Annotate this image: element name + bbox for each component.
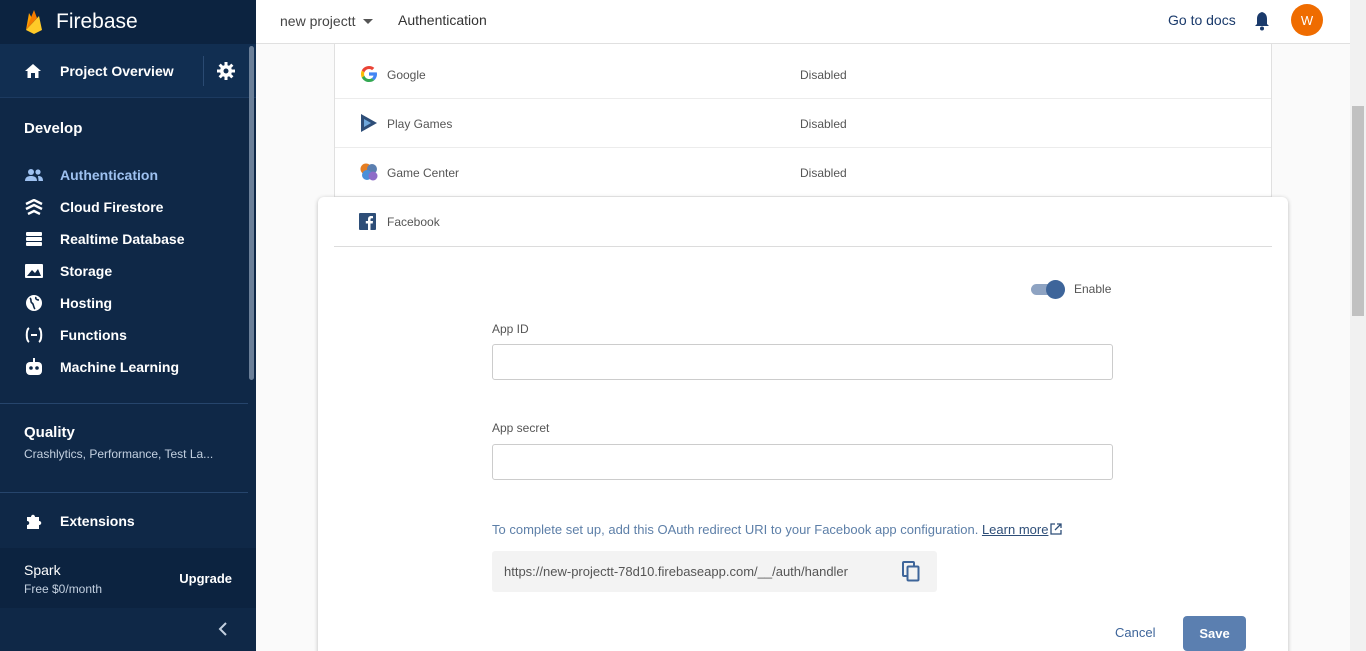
project-selector[interactable]: new projectt [280, 13, 374, 29]
people-icon [24, 165, 44, 185]
brand-header[interactable]: Firebase [0, 0, 256, 44]
quality-subtitle: Crashlytics, Performance, Test La... [24, 447, 214, 461]
game-center-icon [360, 163, 378, 181]
provider-name: Google [387, 68, 426, 82]
provider-row-game-center[interactable]: Game Center Disabled [335, 148, 1271, 197]
image-icon [24, 261, 44, 281]
home-icon [25, 63, 41, 78]
project-overview[interactable]: Project Overview [0, 44, 256, 98]
provider-name: Play Games [387, 117, 453, 131]
oauth-info: To complete set up, add this OAuth redir… [492, 522, 1063, 537]
app-id-field[interactable] [492, 344, 1113, 380]
sidebar-item-cloud-firestore[interactable]: Cloud Firestore [0, 191, 256, 223]
sidebar-item-label: Machine Learning [60, 359, 180, 375]
sidebar-item-storage[interactable]: Storage [0, 255, 256, 287]
sidebar-item-realtime-database[interactable]: Realtime Database [0, 223, 256, 255]
sidebar-item-functions[interactable]: Functions [0, 319, 256, 351]
sidebar: Firebase Project Overview Develop Authen… [0, 0, 256, 651]
develop-heading: Develop [24, 120, 83, 137]
provider-name: Game Center [387, 166, 460, 180]
extensions-label: Extensions [60, 512, 135, 529]
page-scrollbar[interactable] [1350, 0, 1366, 651]
top-bar: new projectt Authentication Go to docs W [256, 0, 1350, 44]
facebook-header[interactable]: Facebook [334, 197, 1272, 247]
avatar[interactable]: W [1291, 4, 1323, 36]
app-id-label: App ID [492, 322, 529, 336]
provider-row-play-games[interactable]: Play Games Disabled [335, 99, 1271, 148]
globe-icon [24, 293, 44, 313]
provider-status: Disabled [800, 117, 847, 131]
project-name: new projectt [280, 13, 356, 29]
go-to-docs-link[interactable]: Go to docs [1168, 12, 1236, 28]
sidebar-item-label: Hosting [60, 295, 113, 311]
cancel-button[interactable]: Cancel [1115, 625, 1155, 640]
page-title: Authentication [398, 12, 487, 28]
chevron-left-icon [218, 622, 227, 636]
provider-status: Disabled [800, 166, 847, 180]
collapse-sidebar-button[interactable] [0, 608, 256, 651]
toggle-knob [1046, 280, 1065, 299]
functions-icon [24, 325, 44, 345]
upgrade-button[interactable]: Upgrade [179, 571, 232, 586]
provider-row-google[interactable]: Google Disabled [335, 50, 1271, 99]
save-button[interactable]: Save [1183, 616, 1246, 651]
sidebar-item-label: Authentication [60, 167, 158, 183]
sidebar-item-hosting[interactable]: Hosting [0, 287, 256, 319]
quality-heading: Quality [24, 424, 75, 441]
redirect-uri: https://new-projectt-78d10.firebaseapp.c… [504, 564, 848, 579]
divider [203, 56, 204, 86]
provider-name: Facebook [387, 215, 440, 229]
firebase-logo-icon [26, 10, 42, 34]
project-overview-label: Project Overview [60, 62, 174, 79]
enable-toggle[interactable] [1031, 280, 1065, 299]
sidebar-item-label: Functions [60, 327, 127, 343]
bell-icon[interactable] [1253, 11, 1271, 31]
plan-panel: Spark Free $0/month Upgrade [0, 548, 256, 608]
sidebar-item-label: Realtime Database [60, 231, 185, 247]
sidebar-item-extensions[interactable]: Extensions [0, 492, 248, 548]
sidebar-scrollbar[interactable] [249, 46, 254, 380]
quality-section[interactable]: Quality Crashlytics, Performance, Test L… [0, 403, 248, 461]
robot-icon [24, 357, 44, 377]
redirect-uri-box: https://new-projectt-78d10.firebaseapp.c… [492, 551, 937, 592]
enable-label: Enable [1074, 282, 1112, 296]
play-games-icon [361, 114, 377, 132]
learn-more-link[interactable]: Learn more [982, 522, 1048, 537]
sidebar-item-label: Storage [60, 263, 113, 279]
google-icon [361, 66, 377, 82]
facebook-icon [359, 213, 376, 230]
puzzle-icon [27, 514, 42, 529]
providers-list: Google Disabled Play Games Disabled Game… [334, 44, 1272, 204]
oauth-info-text: To complete set up, add this OAuth redir… [492, 522, 979, 537]
app-secret-label: App secret [492, 421, 550, 435]
sidebar-item-authentication[interactable]: Authentication [0, 159, 256, 191]
firestore-icon [24, 197, 44, 217]
facebook-provider-panel: Facebook Enable App ID App secret To com… [318, 197, 1288, 651]
database-icon [24, 229, 44, 249]
develop-nav: Authentication Cloud Firestore Realtime … [0, 159, 256, 383]
scrollbar-thumb[interactable] [1352, 106, 1364, 316]
copy-icon[interactable] [902, 561, 920, 582]
external-link-icon[interactable] [1050, 523, 1063, 535]
app-secret-field[interactable] [492, 444, 1113, 480]
provider-status: Disabled [800, 68, 847, 82]
gear-icon[interactable] [216, 61, 236, 81]
sidebar-item-label: Cloud Firestore [60, 199, 164, 215]
brand-name: Firebase [56, 10, 138, 33]
sidebar-item-machine-learning[interactable]: Machine Learning [0, 351, 256, 383]
caret-down-icon [363, 18, 374, 24]
